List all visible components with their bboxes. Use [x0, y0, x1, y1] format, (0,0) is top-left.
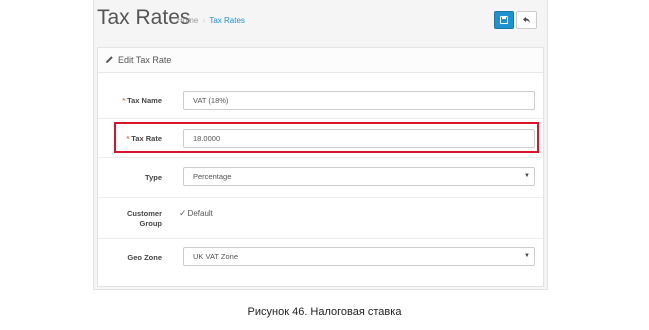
form-divider	[98, 118, 543, 119]
caret-down-icon: ▼	[524, 173, 530, 179]
edit-tax-rate-panel: Edit Tax Rate * Tax Name VAT (18%) * Tax R…	[97, 47, 544, 287]
customer-group-label: Customer Group	[126, 209, 162, 228]
panel-heading: Edit Tax Rate	[98, 48, 543, 73]
breadcrumb: Home › Tax Rates	[177, 16, 245, 25]
save-button[interactable]	[494, 11, 514, 29]
breadcrumb-separator: ›	[202, 16, 206, 25]
pencil-icon	[106, 56, 113, 63]
breadcrumb-home[interactable]: Home	[177, 16, 198, 25]
type-select-value: Percentage	[193, 172, 232, 181]
geo-zone-select[interactable]: UK VAT Zone ▼	[183, 247, 535, 266]
checkmark-icon: ✓	[179, 208, 187, 218]
required-mark: *	[122, 96, 126, 105]
type-select[interactable]: Percentage ▼	[183, 167, 535, 186]
tax-rate-highlight-box	[114, 122, 539, 153]
customer-group-option-label: Default	[187, 209, 213, 218]
breadcrumb-current[interactable]: Tax Rates	[209, 16, 245, 25]
type-label: Type	[145, 173, 162, 182]
tax-name-input[interactable]: VAT (18%)	[183, 91, 535, 110]
form-divider	[98, 238, 543, 239]
geo-zone-label: Geo Zone	[127, 253, 162, 262]
tax-name-label: * Tax Name	[122, 96, 162, 105]
floppy-disk-icon	[500, 16, 508, 24]
back-button[interactable]	[516, 11, 537, 29]
form-divider	[98, 197, 543, 198]
figure-caption: Рисунок 46. Налоговая ставка	[247, 306, 402, 318]
customer-group-default-checkbox[interactable]: ✓Default	[179, 208, 213, 219]
panel-title: Edit Tax Rate	[118, 55, 172, 65]
form-divider	[98, 157, 543, 158]
caret-down-icon: ▼	[524, 253, 530, 259]
reply-arrow-icon	[523, 17, 530, 23]
geo-zone-select-value: UK VAT Zone	[193, 252, 239, 261]
page-header: Tax Rates Home › Tax Rates	[94, 0, 547, 44]
